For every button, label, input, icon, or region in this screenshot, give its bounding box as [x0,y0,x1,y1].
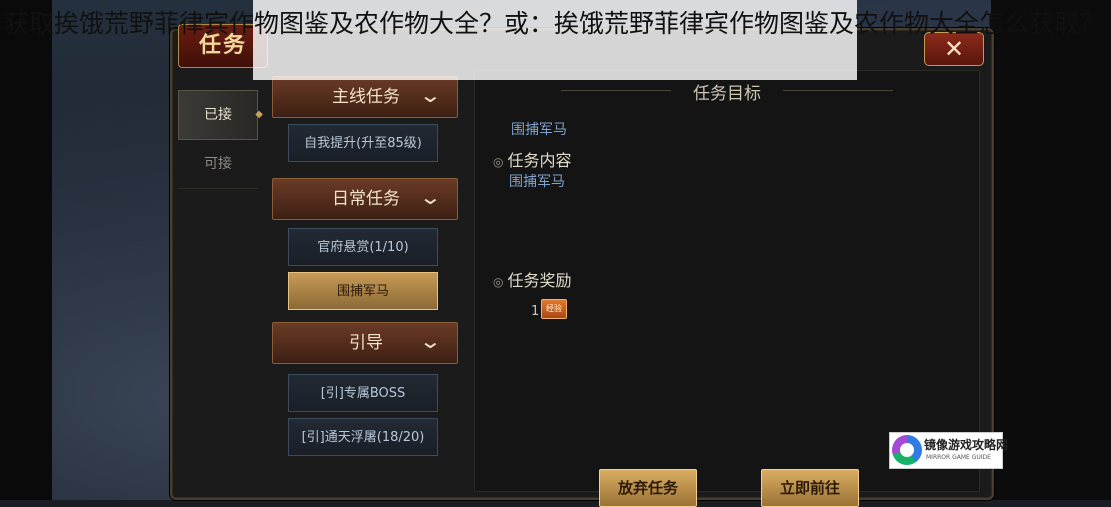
watermark-subtitle: MIRROR GAME GUIDE [926,454,991,461]
quest-window: 任务 ✕ 已接 可接 主线任务 ⌄ 自我提升(升至85级) 日常任务 ⌄ 官府悬… [170,24,994,507]
watermark-logo: 镜像游戏攻略网 MIRROR GAME GUIDE [889,432,1008,469]
quest-item-capture-horses[interactable]: 围捕军马 [288,272,438,310]
abandon-quest-button[interactable]: 放弃任务 [599,469,697,507]
quest-item-tower[interactable]: [引]通天浮屠(18/20) [288,418,438,456]
category-guide[interactable]: 引导 ⌄ [272,322,458,364]
chevron-down-icon: ⌄ [418,329,443,353]
content-section-title: ◎ 任务内容 [493,151,572,170]
content-text[interactable]: 围捕军马 [509,171,565,191]
category-daily-quest[interactable]: 日常任务 ⌄ [272,178,458,220]
objective-text[interactable]: 围捕军马 [511,119,567,139]
watermark-name: 镜像游戏攻略网 [924,438,1009,452]
go-now-button[interactable]: 立即前往 [761,469,859,507]
chevron-down-icon: ⌄ [418,185,443,209]
right-letterbox [991,0,1111,500]
quest-tabs: 已接 可接 [178,90,263,189]
eye-icon: ◎ [493,155,504,169]
reward-item-icon[interactable]: 经验 [541,299,567,319]
reward-section-title: ◎ 任务奖励 [493,271,572,290]
reward-count: 1 [531,304,540,319]
site-logo-icon [892,435,922,465]
quest-list: 主线任务 ⌄ 自我提升(升至85级) 日常任务 ⌄ 官府悬赏(1/10) 围捕军… [268,70,464,490]
chevron-down-icon: ⌄ [418,83,443,107]
eye-icon: ◎ [493,275,504,289]
quest-item-exclusive-boss[interactable]: [引]专属BOSS [288,374,438,412]
category-main-quest[interactable]: 主线任务 ⌄ [272,76,458,118]
quest-item-self-improve[interactable]: 自我提升(升至85级) [288,124,438,162]
quest-detail-panel: 任务目标 围捕军马 ◎ 任务内容 围捕军马 ◎ 任务奖励 1 经验 放弃任务 立即前… [474,70,980,507]
quest-item-bounty[interactable]: 官府悬赏(1/10) [288,228,438,266]
article-title: 获取挨饿荒野菲律宾作物图鉴及农作物大全？或：挨饿荒野菲律宾作物图鉴及农作物大全怎… [4,9,1105,38]
tab-available[interactable]: 可接 [178,140,258,189]
left-letterbox [0,0,52,500]
tab-accepted[interactable]: 已接 [178,90,263,140]
detail-heading: 任务目标 [475,79,979,104]
